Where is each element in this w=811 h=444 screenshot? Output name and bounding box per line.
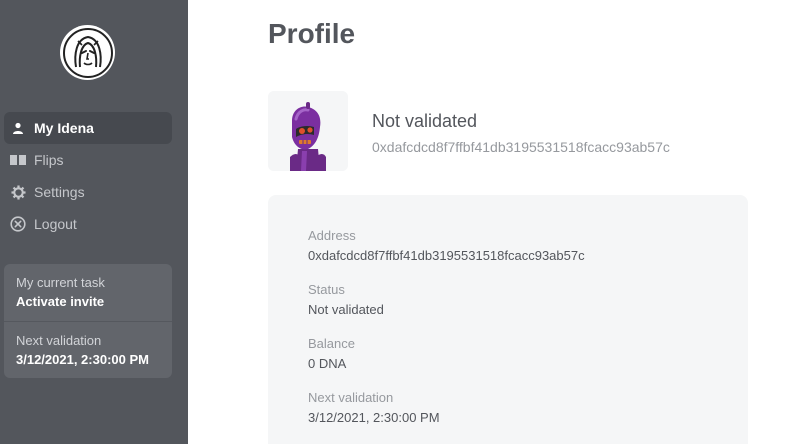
- next-validation: Next validation 3/12/2021, 2:30:00 PM: [4, 322, 172, 370]
- close-circle-icon: [10, 216, 26, 232]
- idena-logo-icon[interactable]: [60, 25, 115, 80]
- page-title: Profile: [268, 18, 356, 49]
- gear-icon: [10, 184, 26, 200]
- sidebar: My Idena Flips Settings Logout My curren…: [0, 0, 188, 444]
- field-value: 3/12/2021, 2:30:00 PM: [308, 410, 440, 425]
- next-validation-value: 3/12/2021, 2:30:00 PM: [16, 352, 149, 367]
- status-field: Status Not validated: [308, 281, 708, 321]
- balance-field: Balance 0 DNA: [308, 335, 708, 375]
- current-task-card: My current task Activate invite Next val…: [4, 264, 172, 378]
- current-task-value[interactable]: Activate invite: [16, 292, 160, 312]
- field-value: 0xdafcdcd8f7ffbf41db3195531518fcacc93ab5…: [308, 248, 585, 263]
- field-value: Not validated: [308, 302, 384, 317]
- nav-item-label: Logout: [34, 216, 77, 232]
- nav-item-label: Flips: [34, 152, 64, 168]
- user-status: Not validated: [372, 111, 478, 131]
- field-label: Address: [308, 228, 356, 243]
- address-field: Address 0xdafcdcd8f7ffbf41db3195531518fc…: [308, 227, 708, 267]
- nav-item-label: Settings: [34, 184, 85, 200]
- field-value: 0 DNA: [308, 356, 347, 371]
- current-task-label: My current task: [16, 275, 105, 290]
- field-label: Balance: [308, 336, 355, 351]
- nav-item-settings[interactable]: Settings: [4, 176, 172, 208]
- next-validation-field: Next validation 3/12/2021, 2:30:00 PM: [308, 389, 708, 429]
- nav-item-label: My Idena: [34, 120, 94, 136]
- main-content: Profile Not validated 0xdafcdcd8f7ffbf41…: [188, 0, 811, 444]
- sidebar-nav: My Idena Flips Settings Logout: [4, 112, 172, 240]
- user-address: 0xdafcdcd8f7ffbf41db3195531518fcacc93ab5…: [372, 139, 670, 155]
- field-label: Status: [308, 282, 345, 297]
- flips-icon: [10, 152, 26, 168]
- nav-item-flips[interactable]: Flips: [4, 144, 172, 176]
- profile-details-card: Address 0xdafcdcd8f7ffbf41db3195531518fc…: [268, 195, 748, 444]
- user-icon: [10, 120, 26, 136]
- nav-item-logout[interactable]: Logout: [4, 208, 172, 240]
- next-validation-label: Next validation: [16, 333, 102, 348]
- nav-item-my-idena[interactable]: My Idena: [4, 112, 172, 144]
- field-label: Next validation: [308, 390, 394, 405]
- robot-avatar-icon: [268, 91, 348, 171]
- avatar: [268, 91, 348, 171]
- current-task: My current task Activate invite: [4, 264, 172, 312]
